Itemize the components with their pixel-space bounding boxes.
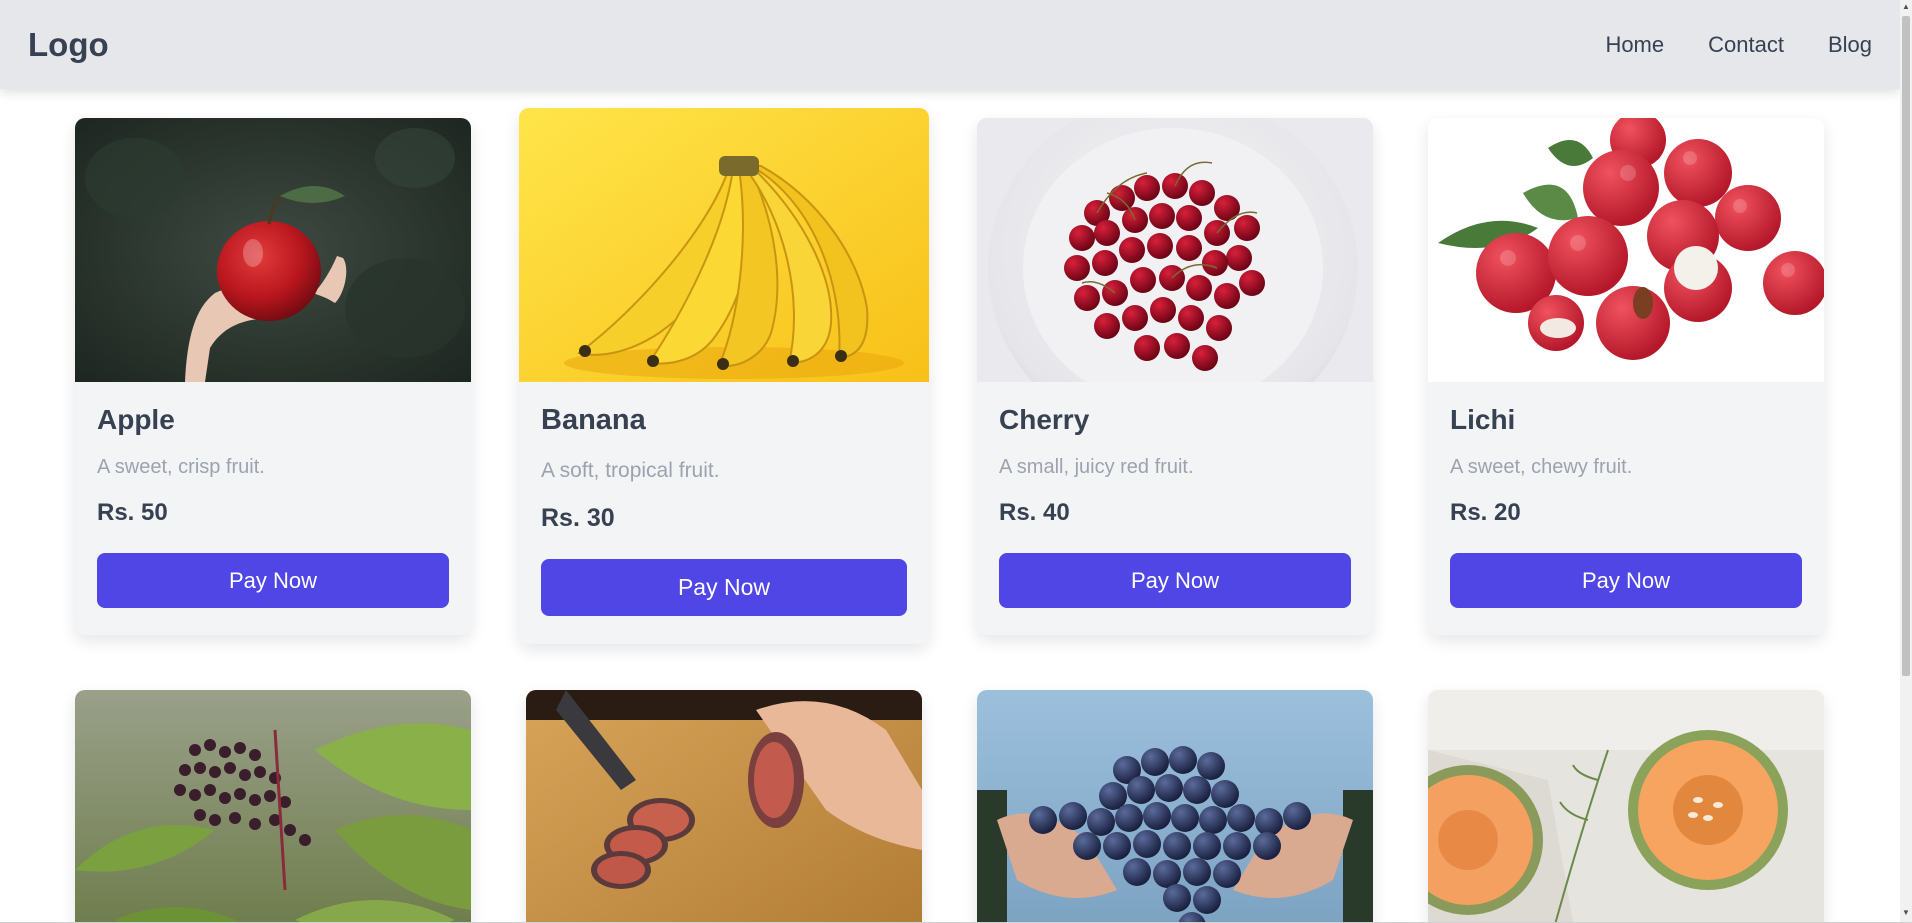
cherry-image <box>977 118 1373 382</box>
product-name: Cherry <box>999 404 1090 435</box>
product-description: A small, juicy red fruit. <box>999 456 1194 478</box>
product-card-elderberry <box>75 690 471 922</box>
card-body: Apple A sweet, crisp fruit. Rs. 50 Pay N… <box>75 382 471 630</box>
navbar: Logo Home Contact Blog <box>0 0 1900 89</box>
product-name: Lichi <box>1450 404 1516 435</box>
vertical-scrollbar[interactable]: ▲ ▼ <box>1900 0 1912 922</box>
product-price: Rs. 40 <box>999 499 1070 526</box>
product-description: A sweet, chewy fruit. <box>1450 456 1633 478</box>
nav-links: Home Contact Blog <box>1605 32 1872 58</box>
product-card-melon <box>1428 690 1824 922</box>
pay-now-button-apple[interactable]: Pay Now <box>97 553 449 608</box>
product-card-apple: Apple A sweet, crisp fruit. Rs. 50 Pay N… <box>75 118 471 635</box>
product-card-fig <box>526 690 922 922</box>
scroll-down-icon[interactable]: ▼ <box>1900 906 1912 920</box>
product-name: Apple <box>97 404 175 435</box>
product-price: Rs. 30 <box>541 504 615 532</box>
fig-photo <box>526 690 922 922</box>
apple-photo <box>75 118 471 382</box>
nav-link-home[interactable]: Home <box>1605 32 1664 58</box>
pay-now-button-cherry[interactable]: Pay Now <box>999 553 1351 608</box>
banana-image <box>519 108 929 382</box>
product-card-banana: Banana A soft, tropical fruit. Rs. 30 Pa… <box>519 108 929 644</box>
pay-now-button-lichi[interactable]: Pay Now <box>1450 553 1802 608</box>
card-body: Cherry A small, juicy red fruit. Rs. 40 … <box>977 382 1373 630</box>
apple-image <box>75 118 471 382</box>
card-body: Banana A soft, tropical fruit. Rs. 30 Pa… <box>519 382 929 638</box>
product-name: Banana <box>541 404 646 436</box>
nav-link-contact[interactable]: Contact <box>1708 32 1784 58</box>
product-description: A sweet, crisp fruit. <box>97 456 265 478</box>
grapes-photo <box>977 690 1373 922</box>
product-card-lichi: Lichi A sweet, chewy fruit. Rs. 20 Pay N… <box>1428 118 1824 635</box>
banana-photo <box>519 108 929 382</box>
nav-link-blog[interactable]: Blog <box>1828 32 1872 58</box>
pay-now-button-banana[interactable]: Pay Now <box>541 559 907 616</box>
scrollbar-thumb[interactable] <box>1902 16 1910 676</box>
lichi-photo <box>1428 118 1824 382</box>
lichi-image <box>1428 118 1824 382</box>
product-description: A soft, tropical fruit. <box>541 459 720 482</box>
card-body: Lichi A sweet, chewy fruit. Rs. 20 Pay N… <box>1428 382 1824 630</box>
logo[interactable]: Logo <box>28 26 109 64</box>
product-price: Rs. 50 <box>97 499 168 526</box>
scroll-up-icon[interactable]: ▲ <box>1900 0 1912 14</box>
melon-photo <box>1428 690 1824 922</box>
page-viewport: Logo Home Contact Blog Apple A sweet, cr… <box>0 0 1900 922</box>
product-price: Rs. 20 <box>1450 499 1521 526</box>
product-card-cherry: Cherry A small, juicy red fruit. Rs. 40 … <box>977 118 1373 635</box>
cherry-photo <box>977 118 1373 382</box>
product-card-grapes <box>977 690 1373 922</box>
elderberry-photo <box>75 690 471 922</box>
